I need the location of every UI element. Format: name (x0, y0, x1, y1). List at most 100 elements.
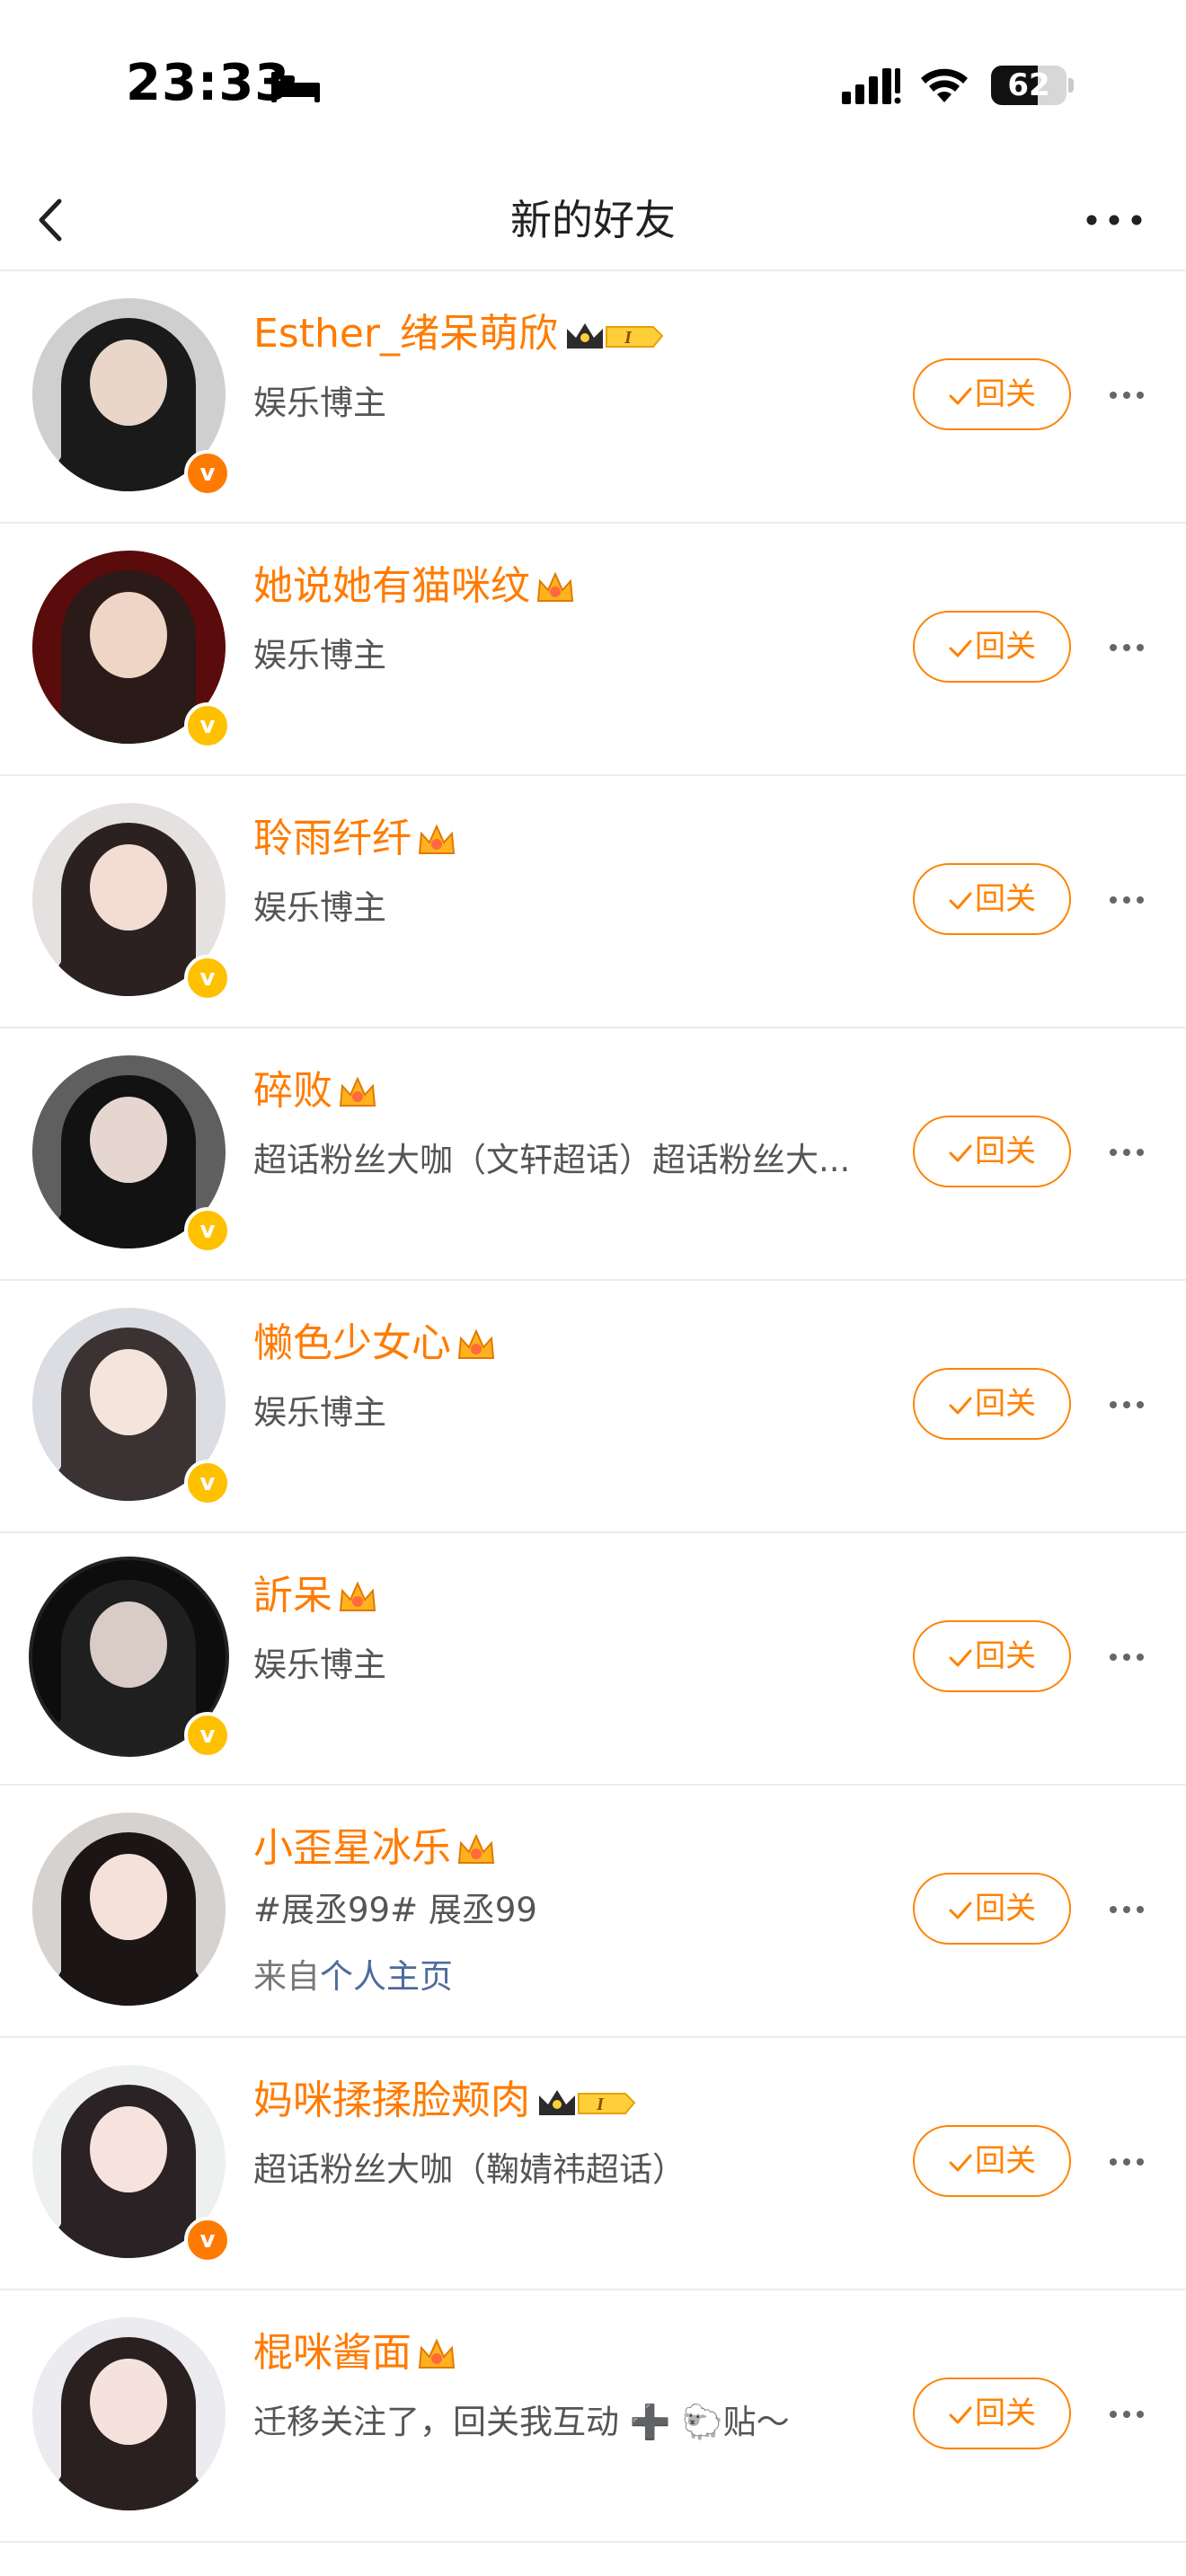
user-name[interactable]: Esther_绪呆萌欣 I (253, 307, 664, 361)
user-name[interactable]: 訢呆 (253, 1569, 377, 1623)
checkmark-icon (949, 892, 972, 909)
user-description: 娱乐博主 (253, 1393, 386, 1432)
sleep-focus-icon (271, 72, 320, 102)
list-item[interactable]: v 懒色少女心娱乐博主 回关 (0, 1281, 1186, 1533)
nav-bar: 新的好友 (0, 171, 1186, 271)
user-name[interactable]: 妈咪揉揉脸颊肉 I (253, 2074, 636, 2128)
avatar[interactable] (32, 1813, 226, 2006)
checkmark-icon (949, 640, 972, 657)
user-name[interactable]: 棍咪酱面 (253, 2326, 456, 2380)
row-more-icon[interactable] (1110, 2404, 1149, 2422)
crown-gold-icon (457, 1833, 495, 1864)
more-options-icon[interactable] (1083, 202, 1146, 238)
crown-gold-icon (418, 824, 456, 854)
user-name[interactable]: 小歪星冰乐 (253, 1822, 496, 1875)
checkmark-icon (949, 2154, 972, 2171)
svg-text:I: I (624, 328, 633, 348)
verified-badge-icon: v (184, 702, 231, 749)
follow-back-label: 回关 (975, 2143, 1036, 2179)
verified-badge-icon: v (184, 1460, 231, 1506)
row-more-icon[interactable] (1110, 638, 1149, 656)
user-name-text: 棍咪酱面 (253, 2330, 412, 2376)
checkmark-icon (949, 2406, 972, 2423)
user-name[interactable]: 她说她有猫咪纹 (253, 560, 575, 613)
row-more-icon[interactable] (1110, 1647, 1149, 1665)
row-more-icon[interactable] (1110, 1900, 1149, 1918)
follow-back-label: 回关 (975, 376, 1036, 412)
battery-icon: 62 (991, 66, 1074, 105)
user-description: 娱乐博主 (253, 888, 386, 927)
follow-back-label: 回关 (975, 1891, 1036, 1927)
user-name[interactable]: 聆雨纤纤 (253, 812, 456, 866)
follow-back-label: 回关 (975, 881, 1036, 917)
status-time: 23:33 (126, 54, 291, 112)
svg-text:I: I (596, 2095, 605, 2114)
user-description: #展丞99# 展丞99 (253, 1891, 537, 1929)
crown-level-1-icon: I (567, 323, 664, 348)
crown-gold-icon (536, 571, 574, 602)
follow-back-button[interactable]: 回关 (913, 2125, 1071, 2197)
crown-level-1-icon: I (539, 2090, 636, 2115)
checkmark-icon (949, 1901, 972, 1919)
user-name-text: 她说她有猫咪纹 (253, 563, 530, 609)
list-item[interactable]: v 妈咪揉揉脸颊肉 I 超话粉丝大咖（鞠婧祎超话） 回关 (0, 2038, 1186, 2290)
follow-back-button[interactable]: 回关 (913, 611, 1071, 683)
user-name-text: 聆雨纤纤 (253, 816, 412, 861)
list-item[interactable]: 棍咪酱面迁移关注了，回关我互动 ➕ 🐑贴～ 回关 (0, 2290, 1186, 2543)
crown-gold-icon (339, 1076, 376, 1107)
follow-back-label: 回关 (975, 2395, 1036, 2431)
user-description: 超话粉丝大咖（鞠婧祎超话） (253, 2150, 686, 2189)
follow-back-label: 回关 (975, 1638, 1036, 1674)
cellular-signal-icon (842, 68, 901, 104)
list-item[interactable]: v 碎败 超话粉丝大咖（文轩超话）超话粉丝大... 回关 (0, 1028, 1186, 1281)
follow-back-label: 回关 (975, 1386, 1036, 1422)
crown-gold-icon (418, 2338, 456, 2369)
user-name[interactable]: 懒色少女心 (253, 1317, 496, 1371)
list-item[interactable]: 小歪星冰乐 #展丞99# 展丞99 来自个人主页 回关 (0, 1786, 1186, 2038)
row-more-icon[interactable] (1110, 2152, 1149, 2170)
row-more-icon[interactable] (1110, 385, 1149, 403)
page-title: 新的好友 (510, 196, 676, 244)
follow-source: 来自个人主页 (253, 1953, 453, 2001)
list-item[interactable]: v 聆雨纤纤 娱乐博主 回关 (0, 776, 1186, 1028)
row-more-icon[interactable] (1110, 1142, 1149, 1160)
user-name-text: 碎败 (253, 1068, 332, 1114)
wifi-icon (921, 68, 968, 102)
checkmark-icon (949, 1397, 972, 1414)
follow-back-label: 回关 (975, 629, 1036, 665)
new-friends-list: v Esther_绪呆萌欣 I 娱乐博主 回关 v 她说她有猫咪纹 娱乐博主 回关 v 聆雨纤纤 娱乐… (0, 271, 1186, 2543)
row-more-icon[interactable] (1110, 890, 1149, 908)
follow-back-button[interactable]: 回关 (913, 1620, 1071, 1692)
user-description: 迁移关注了，回关我互动 ➕ 🐑贴～ (253, 2403, 790, 2441)
user-name-text: 妈咪揉揉脸颊肉 (253, 2078, 530, 2123)
verified-badge-icon: v (184, 2217, 231, 2263)
battery-level: 62 (1007, 67, 1050, 103)
crown-gold-icon (457, 1328, 495, 1359)
row-more-icon[interactable] (1110, 1395, 1149, 1413)
checkmark-icon (949, 1144, 972, 1161)
follow-back-button[interactable]: 回关 (913, 1116, 1071, 1187)
follow-back-button[interactable]: 回关 (913, 358, 1071, 430)
user-name-text: Esther_绪呆萌欣 (253, 311, 559, 357)
follow-back-label: 回关 (975, 1134, 1036, 1169)
follow-back-button[interactable]: 回关 (913, 863, 1071, 935)
list-item[interactable]: v Esther_绪呆萌欣 I 娱乐博主 回关 (0, 271, 1186, 524)
checkmark-icon (949, 1649, 972, 1666)
verified-badge-icon: v (184, 1207, 231, 1254)
follow-back-button[interactable]: 回关 (913, 2378, 1071, 2449)
follow-back-button[interactable]: 回关 (913, 1873, 1071, 1945)
profile-link[interactable]: 个人主页 (320, 1957, 453, 1996)
avatar[interactable] (32, 2317, 226, 2510)
list-item[interactable]: v 訢呆 娱乐博主 回关 (0, 1533, 1186, 1786)
user-name-text: 小歪星冰乐 (253, 1825, 451, 1871)
status-bar: 23:33 62 (0, 0, 1186, 171)
list-item[interactable]: v 她说她有猫咪纹娱乐博主 回关 (0, 524, 1186, 776)
user-description: 娱乐博主 (253, 1645, 386, 1684)
follow-back-button[interactable]: 回关 (913, 1368, 1071, 1440)
crown-gold-icon (339, 1581, 376, 1611)
checkmark-icon (949, 387, 972, 404)
user-name-text: 訢呆 (253, 1573, 332, 1619)
user-name-text: 懒色少女心 (253, 1320, 451, 1366)
user-name[interactable]: 碎败 (253, 1064, 377, 1118)
user-description: 娱乐博主 (253, 636, 386, 675)
